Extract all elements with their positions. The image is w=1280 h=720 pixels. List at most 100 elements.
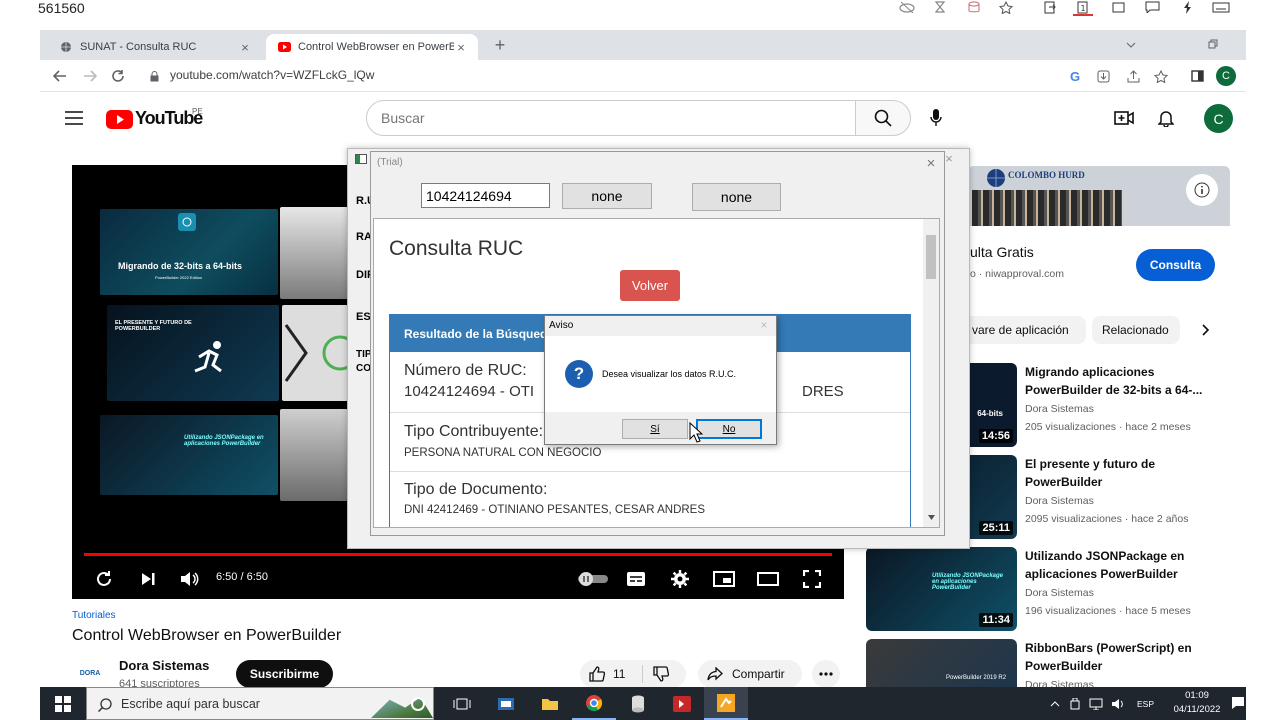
tab-youtube[interactable]: Control WebBrowser en PowerB × — [266, 34, 478, 60]
rec-age: hace 2 meses — [1125, 421, 1191, 433]
bell-icon[interactable] — [1154, 106, 1178, 130]
subtitles-icon[interactable] — [622, 565, 650, 593]
chrome-icon[interactable] — [572, 687, 616, 720]
chevron-right-icon[interactable] — [1198, 322, 1214, 338]
cloud-off-icon[interactable] — [898, 0, 916, 14]
file-explorer-icon[interactable] — [528, 687, 572, 720]
forward-arrow-icon[interactable] — [80, 66, 100, 86]
flash-icon[interactable] — [1180, 0, 1194, 14]
scrollbar-thumb[interactable] — [926, 235, 936, 279]
volume-icon[interactable] — [176, 565, 204, 593]
back-button[interactable]: Volver — [620, 270, 680, 301]
share-button[interactable]: Compartir — [698, 660, 802, 688]
side-panel-icon[interactable] — [1188, 67, 1206, 85]
next-icon[interactable] — [134, 565, 162, 593]
running-app-icon[interactable] — [704, 687, 748, 720]
restore-window-icon[interactable] — [1206, 37, 1220, 51]
share-icon[interactable] — [1124, 67, 1142, 85]
no-button[interactable]: No — [696, 419, 762, 439]
vertical-scrollbar[interactable] — [923, 219, 939, 527]
autoplay-toggle[interactable] — [576, 565, 610, 593]
thumbs-down-icon[interactable] — [652, 665, 670, 683]
ad-title[interactable]: ulta Gratis — [970, 244, 1034, 260]
chevron-down-icon[interactable] — [1124, 38, 1138, 52]
search-button[interactable] — [855, 100, 911, 136]
channel-name[interactable]: Dora Sistemas — [119, 658, 209, 673]
recommended-video[interactable]: Utilizando JSONPackage en aplicaciones P… — [866, 547, 1226, 633]
database-app-icon[interactable] — [616, 687, 660, 720]
recommended-video[interactable]: PowerBuilder 2019 R2 RibbonBars (PowerSc… — [866, 639, 1226, 687]
comment-icon[interactable] — [1143, 0, 1161, 14]
hourglass-icon[interactable] — [932, 0, 948, 14]
miniplayer-icon[interactable] — [710, 565, 738, 593]
task-view-icon[interactable] — [440, 687, 484, 720]
system-clock[interactable]: 01:09 04/11/2022 — [1164, 689, 1230, 717]
youtube-logo[interactable]: YouTube PE — [106, 107, 226, 131]
language-indicator[interactable]: ESP — [1137, 699, 1154, 709]
subscribe-button[interactable]: Suscribirme — [236, 660, 333, 688]
capture-caption: 561560 — [38, 0, 85, 16]
like-count: 11 — [613, 667, 626, 681]
ad-cta-button[interactable]: Consulta — [1136, 249, 1215, 281]
profile-avatar[interactable]: C — [1216, 66, 1236, 86]
address-bar[interactable]: youtube.com/watch?v=WZFLckG_lQw — [140, 64, 920, 88]
close-icon[interactable]: × — [757, 318, 771, 332]
volume-icon[interactable] — [1110, 697, 1126, 711]
export-icon[interactable] — [1042, 0, 1058, 14]
reload-icon[interactable] — [108, 66, 128, 86]
progress-bar[interactable] — [84, 553, 832, 556]
youtube-favicon-icon — [276, 42, 292, 52]
video-frame-thumbnail: Migrando de 32-bits a 64-bits PowerBuild… — [100, 209, 278, 295]
rec-title: Migrando aplicaciones PowerBuilder de 32… — [1025, 365, 1203, 397]
taskbar-search[interactable]: Escribe aquí para buscar — [86, 687, 434, 720]
database-icon[interactable] — [966, 0, 982, 14]
search-input[interactable] — [381, 110, 841, 126]
keyboard-icon[interactable] — [1210, 0, 1232, 14]
search-box[interactable] — [366, 100, 856, 136]
window-icon[interactable] — [1110, 0, 1126, 14]
tab-close-icon[interactable]: × — [454, 40, 468, 55]
rec-meta: 205 visualizaciones · hace 2 meses — [1025, 421, 1191, 433]
create-video-icon[interactable] — [1112, 106, 1136, 130]
tab-close-icon[interactable]: × — [238, 40, 252, 55]
back-arrow-icon[interactable] — [50, 66, 70, 86]
video-category[interactable]: Tutoriales — [72, 610, 116, 621]
fullscreen-icon[interactable] — [798, 565, 826, 593]
info-icon[interactable] — [1186, 174, 1218, 206]
more-options-icon[interactable] — [812, 660, 840, 688]
tab-sunat[interactable]: SUNAT - Consulta RUC × — [48, 34, 262, 60]
none-button-2[interactable]: none — [692, 183, 781, 211]
thumbs-up-icon[interactable] — [588, 665, 606, 683]
app-window-icon[interactable] — [484, 687, 528, 720]
scroll-down-arrow-icon[interactable] — [927, 513, 935, 521]
install-app-icon[interactable] — [1094, 67, 1112, 85]
usb-device-icon[interactable] — [1068, 697, 1082, 711]
chip-related[interactable]: Relacionado — [1092, 316, 1180, 344]
chevron-up-icon[interactable] — [1048, 697, 1062, 711]
divider — [642, 665, 643, 683]
star-icon[interactable] — [998, 0, 1014, 14]
ad-banner-image[interactable]: COLOMBO HURD — [968, 166, 1230, 226]
channel-avatar[interactable]: DORA — [72, 660, 108, 686]
settings-gear-icon[interactable] — [666, 565, 694, 593]
microphone-icon[interactable] — [924, 106, 948, 130]
theater-mode-icon[interactable] — [754, 565, 782, 593]
chip-software[interactable]: vare de aplicación — [962, 316, 1086, 344]
windows-start-icon[interactable] — [40, 687, 86, 720]
menu-icon[interactable] — [64, 108, 84, 128]
bookmark-star-icon[interactable] — [1152, 67, 1170, 85]
none-button-1[interactable]: none — [562, 183, 652, 209]
network-icon[interactable] — [1088, 697, 1104, 711]
page-one-icon[interactable]: 1 — [1073, 0, 1093, 16]
yes-button[interactable]: Sí — [622, 419, 688, 439]
close-icon[interactable]: × — [923, 155, 939, 172]
new-tab-button[interactable]: + — [490, 35, 510, 55]
google-icon[interactable]: G — [1066, 67, 1084, 85]
powerbuilder-app-icon[interactable] — [660, 687, 704, 720]
replay-icon[interactable] — [90, 565, 118, 593]
notification-center-icon[interactable] — [1230, 695, 1246, 711]
account-avatar[interactable]: C — [1204, 104, 1233, 133]
ruc-input[interactable] — [421, 183, 550, 208]
cortana-icon[interactable] — [396, 687, 440, 720]
rec-meta: 196 visualizaciones · hace 5 meses — [1025, 605, 1191, 617]
